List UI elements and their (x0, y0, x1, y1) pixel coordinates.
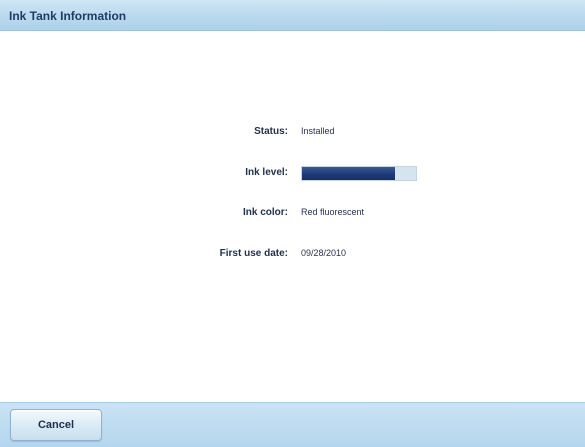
status-label: Status: (254, 126, 288, 137)
window-title: Ink Tank Information (9, 9, 127, 23)
first-use-date-row: First use date: 09/28/2010 (0, 245, 585, 265)
ink-color-value: Red fluorescent (301, 207, 365, 217)
ink-level-label: Ink level: (245, 167, 288, 178)
first-use-date-value: 09/28/2010 (301, 248, 347, 258)
status-value: Installed (301, 126, 335, 136)
ink-color-row: Ink color: Red fluorescent (0, 204, 585, 224)
bottom-toolbar: Cancel (0, 402, 585, 447)
status-row: Status: Installed (0, 123, 585, 143)
cancel-button[interactable]: Cancel (10, 409, 102, 441)
ink-level-bar (301, 166, 417, 181)
ink-level-row: Ink level: (0, 164, 585, 184)
ink-tank-info-panel: Status: Installed Ink level: Ink color: … (0, 31, 585, 402)
first-use-date-label: First use date: (219, 248, 288, 259)
ink-color-label: Ink color: (242, 207, 288, 218)
title-bar: Ink Tank Information (0, 0, 585, 31)
ink-level-fill (302, 167, 396, 180)
